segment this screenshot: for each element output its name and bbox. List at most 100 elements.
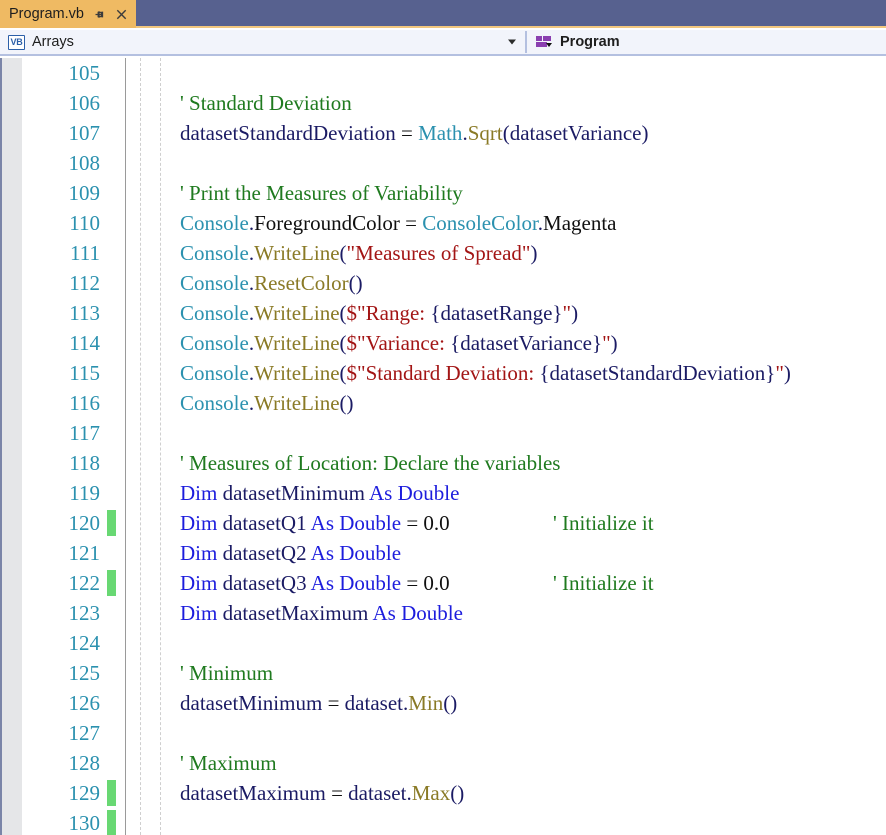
code-text: Dim datasetMaximum As Double (180, 598, 463, 628)
token-id: datasetQ1 (222, 511, 311, 535)
code-line[interactable]: 110 Console.ForegroundColor = ConsoleColo… (2, 208, 886, 238)
token-pln: = (406, 571, 424, 595)
code-line[interactable]: 118 ' Measures of Location: Declare the v… (2, 448, 886, 478)
token-id: datasetQ2 (222, 541, 311, 565)
editor-tab-strip: Program.vb (0, 0, 886, 28)
code-line[interactable]: 130 (2, 808, 886, 835)
code-text: ' Minimum (180, 658, 273, 688)
line-number: 114 (69, 331, 100, 355)
code-text: ' Measures of Location: Declare the vari… (180, 448, 560, 478)
line-number: 112 (69, 271, 100, 295)
token-num: 0.0 (423, 571, 450, 595)
token-com: ' Print the Measures of Variability (180, 181, 463, 205)
line-number: 107 (68, 121, 101, 145)
line-number: 124 (68, 631, 101, 655)
code-line[interactable]: 105 (2, 58, 886, 88)
line-number: 118 (69, 451, 100, 475)
token-cls: ConsoleColor (422, 211, 538, 235)
editor-tab-program-vb[interactable]: Program.vb (0, 0, 136, 28)
token-kw: Dim (180, 541, 223, 565)
code-line[interactable]: 126 datasetMinimum = dataset.Min() (2, 688, 886, 718)
token-id: datasetMinimum (180, 691, 328, 715)
token-pun: ( (502, 121, 510, 145)
code-text: Dim datasetQ1 As Double = 0.0 (180, 508, 450, 538)
code-line[interactable]: 111 Console.WriteLine("Measures of Spread… (2, 238, 886, 268)
code-line[interactable]: 108 (2, 148, 886, 178)
code-navigation-bar: VB Arrays Program (0, 30, 886, 56)
line-number: 108 (68, 151, 101, 175)
token-kw: Dim (180, 481, 223, 505)
code-line[interactable]: 116 Console.WriteLine() (2, 388, 886, 418)
token-pun: ( (339, 331, 347, 355)
token-pun: ) (530, 241, 538, 265)
member-dropdown[interactable]: Program (527, 30, 886, 54)
code-line[interactable]: 106 ' Standard Deviation (2, 88, 886, 118)
type-dropdown-label: Arrays (32, 34, 74, 50)
code-line[interactable]: 119 Dim datasetMinimum As Double (2, 478, 886, 508)
code-line[interactable]: 127 (2, 718, 886, 748)
token-cls: Console (180, 331, 249, 355)
token-pun: ) (641, 121, 649, 145)
token-cls: Console (180, 241, 249, 265)
code-line[interactable]: 107 datasetStandardDeviation = Math.Sqrt(… (2, 118, 886, 148)
token-pun: ( (339, 241, 347, 265)
code-line[interactable]: 115 Console.WriteLine($"Standard Deviatio… (2, 358, 886, 388)
token-mth: Sqrt (467, 121, 503, 145)
code-line[interactable]: 124 (2, 628, 886, 658)
token-cls: Console (180, 211, 249, 235)
close-icon[interactable] (115, 8, 128, 21)
code-editor-surface[interactable]: 105 106 ' Standard Deviation 107 datasetStan… (0, 58, 886, 835)
code-text: ' Print the Measures of Variability (180, 178, 463, 208)
token-str: " (775, 361, 784, 385)
code-text: Console.WriteLine($"Range: {datasetRange… (180, 298, 578, 328)
token-mth: Max (411, 781, 451, 805)
line-number: 123 (68, 601, 101, 625)
token-kw: As Double (372, 601, 463, 625)
code-line[interactable]: 125 ' Minimum (2, 658, 886, 688)
token-cls: Console (180, 391, 249, 415)
token-str: $"Range: (346, 301, 431, 325)
pin-icon[interactable] (93, 8, 106, 21)
token-str: " (562, 301, 572, 325)
line-number: 113 (69, 301, 100, 325)
token-pln: = (406, 511, 424, 535)
token-pun: ( (339, 301, 347, 325)
line-number: 122 (68, 571, 101, 595)
code-text: Console.WriteLine($"Standard Deviation: … (180, 358, 791, 388)
token-num: 0.0 (423, 511, 450, 535)
token-pun: () (450, 781, 465, 805)
code-text: ' Standard Deviation (180, 88, 352, 118)
code-line[interactable]: 122 Dim datasetQ3 As Double = 0.0 ' Initia… (2, 568, 886, 598)
token-str: $"Variance: (346, 331, 451, 355)
type-dropdown[interactable]: VB Arrays (0, 30, 525, 54)
code-line[interactable]: 112 Console.ResetColor() (2, 268, 886, 298)
line-number: 111 (70, 241, 100, 265)
code-line[interactable]: 128 ' Maximum (2, 748, 886, 778)
code-line[interactable]: 129 datasetMaximum = dataset.Max() (2, 778, 886, 808)
code-line[interactable]: 113 Console.WriteLine($"Range: {datasetRa… (2, 298, 886, 328)
token-id: {datasetStandardDeviation} (539, 361, 776, 385)
token-pln: = (401, 121, 419, 145)
token-com: ' Maximum (180, 751, 277, 775)
code-line[interactable]: 123 Dim datasetMaximum As Double (2, 598, 886, 628)
line-number: 117 (69, 421, 100, 445)
token-kw: Dim (180, 511, 223, 535)
code-text: datasetStandardDeviation = Math.Sqrt(dat… (180, 118, 648, 148)
code-line[interactable]: 114 Console.WriteLine($"Variance: {datase… (2, 328, 886, 358)
token-com: ' Measures of Location: Declare the vari… (180, 451, 561, 475)
token-pun: () (339, 391, 354, 415)
code-line[interactable]: 109 ' Print the Measures of Variability (2, 178, 886, 208)
line-number: 109 (68, 181, 101, 205)
change-bar (107, 810, 116, 835)
code-line[interactable]: 117 (2, 418, 886, 448)
token-mth: ResetColor (254, 271, 349, 295)
line-number: 120 (68, 511, 101, 535)
token-str: "Measures of Spread" (346, 241, 531, 265)
token-id: {datasetRange} (430, 301, 563, 325)
chevron-down-icon[interactable] (508, 39, 516, 45)
code-line[interactable]: 120 Dim datasetQ1 As Double = 0.0 ' Initia… (2, 508, 886, 538)
code-text: ' Maximum (180, 748, 277, 778)
code-line[interactable]: 121 Dim datasetQ2 As Double (2, 538, 886, 568)
code-text: Dim datasetMinimum As Double (180, 478, 459, 508)
code-text: Console.WriteLine() (180, 388, 354, 418)
